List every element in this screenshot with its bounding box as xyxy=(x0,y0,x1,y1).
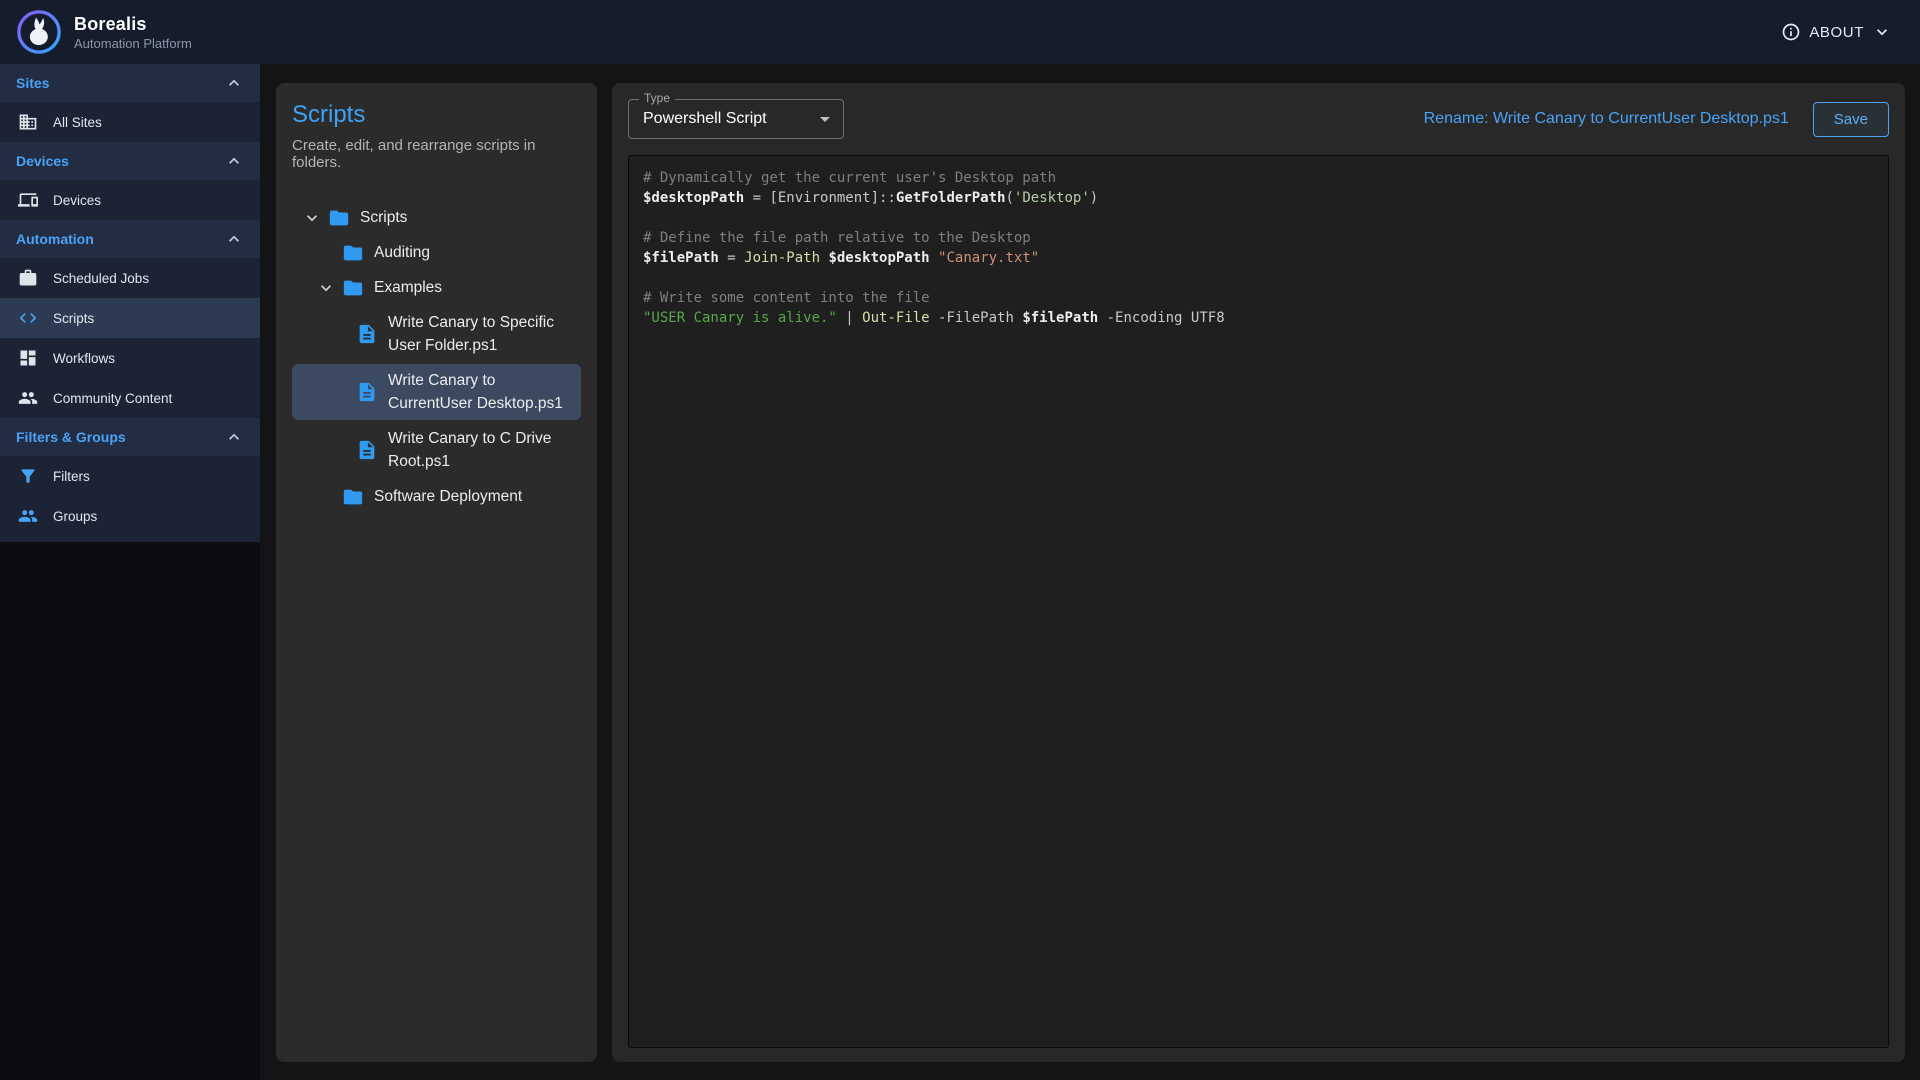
filter-icon xyxy=(18,466,38,486)
chevron-down-icon[interactable] xyxy=(302,208,328,228)
rename-link[interactable]: Rename: Write Canary to CurrentUser Desk… xyxy=(1424,110,1789,128)
tree-label: Auditing xyxy=(374,241,430,264)
devices-icon xyxy=(18,190,38,210)
save-button[interactable]: Save xyxy=(1813,102,1889,137)
chevron-down-icon xyxy=(1872,22,1892,42)
brand-name: Borealis xyxy=(74,14,192,35)
topbar: Borealis Automation Platform ABOUT xyxy=(0,0,1920,64)
sidebar-item-label: Devices xyxy=(53,193,101,208)
tree-folder-examples[interactable]: Examples xyxy=(292,271,581,304)
scheduled-jobs-icon xyxy=(18,268,38,288)
tree-label: Write Canary to Specific User Folder.ps1 xyxy=(388,311,566,357)
tree-folder-auditing[interactable]: Auditing xyxy=(292,236,581,269)
sidebar-item-workflows[interactable]: Workflows xyxy=(0,338,260,378)
sites-icon xyxy=(18,112,38,132)
chevron-up-icon xyxy=(224,73,244,93)
folder-icon xyxy=(342,242,364,264)
community-icon xyxy=(18,388,38,408)
tree-label: Scripts xyxy=(360,206,407,229)
sidebar: Sites All Sites Devices Devices Automation Sc… xyxy=(0,64,260,1080)
sidebar-item-filters[interactable]: Filters xyxy=(0,456,260,496)
code-line xyxy=(643,208,1874,228)
brand: Borealis Automation Platform xyxy=(16,9,192,55)
section-label: Devices xyxy=(16,153,69,169)
sidebar-section-sites[interactable]: Sites xyxy=(0,64,260,102)
folder-icon xyxy=(328,207,350,229)
chevron-up-icon xyxy=(224,229,244,249)
brand-subtitle: Automation Platform xyxy=(74,36,192,51)
brand-text: Borealis Automation Platform xyxy=(74,14,192,51)
code-line: $desktopPath = [Environment]::GetFolderP… xyxy=(643,188,1874,208)
info-icon xyxy=(1781,22,1801,42)
tree-label: Write Canary to C Drive Root.ps1 xyxy=(388,427,566,473)
sidebar-item-label: Filters xyxy=(53,469,90,484)
editor-toolbar: Type Powershell Script Rename: Write Can… xyxy=(628,99,1889,139)
type-select-label: Type xyxy=(639,91,675,105)
code-editor[interactable]: # Dynamically get the current user's Des… xyxy=(628,155,1889,1048)
workflows-icon xyxy=(18,348,38,368)
tree-label: Write Canary to CurrentUser Desktop.ps1 xyxy=(388,369,566,415)
sidebar-item-groups[interactable]: Groups xyxy=(0,496,260,536)
about-menu[interactable]: ABOUT xyxy=(1781,22,1892,42)
file-icon xyxy=(356,381,378,403)
sidebar-item-scripts[interactable]: Scripts xyxy=(0,298,260,338)
folder-icon xyxy=(342,486,364,508)
section-label: Filters & Groups xyxy=(16,429,126,445)
folder-icon xyxy=(342,277,364,299)
tree-file-write-canary-to-currentuser-desktop-ps1[interactable]: Write Canary to CurrentUser Desktop.ps1 xyxy=(292,364,581,420)
sidebar-item-label: Scheduled Jobs xyxy=(53,271,149,286)
arrow-drop-down-icon xyxy=(813,107,837,131)
sidebar-item-all-sites[interactable]: All Sites xyxy=(0,102,260,142)
body-row: Sites All Sites Devices Devices Automation Sc… xyxy=(0,64,1920,1080)
scripts-tree: Scripts Auditing Examples Write Canary to S… xyxy=(292,201,581,515)
scripts-panel: Scripts Create, edit, and rearrange scri… xyxy=(276,83,597,1062)
scripts-panel-title: Scripts xyxy=(292,101,581,129)
script-type-select[interactable]: Type Powershell Script xyxy=(628,99,844,139)
tree-label: Software Deployment xyxy=(374,485,522,508)
sidebar-item-community-content[interactable]: Community Content xyxy=(0,378,260,418)
sidebar-item-label: Community Content xyxy=(53,391,172,406)
sidebar-item-label: Groups xyxy=(53,509,97,524)
borealis-logo-icon xyxy=(16,9,62,55)
section-label: Sites xyxy=(16,75,49,91)
sidebar-section-automation[interactable]: Automation xyxy=(0,220,260,258)
sidebar-item-label: All Sites xyxy=(53,115,102,130)
file-icon xyxy=(356,323,378,345)
sidebar-item-label: Scripts xyxy=(53,311,94,326)
code-line: # Dynamically get the current user's Des… xyxy=(643,168,1874,188)
toolbar-right: Rename: Write Canary to CurrentUser Desk… xyxy=(1424,102,1889,137)
sidebar-item-label: Workflows xyxy=(53,351,115,366)
groups-icon xyxy=(18,506,38,526)
tree-file-write-canary-to-specific-user-folder-ps1[interactable]: Write Canary to Specific User Folder.ps1 xyxy=(292,306,581,362)
code-line: "USER Canary is alive." | Out-File -File… xyxy=(643,308,1874,328)
editor-panel: Type Powershell Script Rename: Write Can… xyxy=(612,83,1905,1062)
sidebar-nav: Sites All Sites Devices Devices Automation Sc… xyxy=(0,64,260,542)
app-root: Borealis Automation Platform ABOUT Sites… xyxy=(0,0,1920,1080)
sidebar-section-filters-groups[interactable]: Filters & Groups xyxy=(0,418,260,456)
type-select-value: Powershell Script xyxy=(643,110,809,128)
tree-folder-scripts[interactable]: Scripts xyxy=(292,201,581,234)
tree-label: Examples xyxy=(374,276,442,299)
chevron-up-icon xyxy=(224,151,244,171)
file-icon xyxy=(356,439,378,461)
tree-file-write-canary-to-c-drive-root-ps1[interactable]: Write Canary to C Drive Root.ps1 xyxy=(292,422,581,478)
code-line xyxy=(643,268,1874,288)
code-line: # Define the file path relative to the D… xyxy=(643,228,1874,248)
code-line: # Write some content into the file xyxy=(643,288,1874,308)
about-label: ABOUT xyxy=(1809,24,1864,41)
scripts-panel-subtitle: Create, edit, and rearrange scripts in f… xyxy=(292,137,581,171)
code-line: $filePath = Join-Path $desktopPath "Cana… xyxy=(643,248,1874,268)
code-icon xyxy=(18,308,38,328)
sidebar-item-devices[interactable]: Devices xyxy=(0,180,260,220)
chevron-down-icon[interactable] xyxy=(316,278,342,298)
content-area: Scripts Create, edit, and rearrange scri… xyxy=(260,64,1920,1080)
section-label: Automation xyxy=(16,231,94,247)
chevron-up-icon xyxy=(224,427,244,447)
tree-folder-software-deployment[interactable]: Software Deployment xyxy=(292,480,581,513)
sidebar-section-devices[interactable]: Devices xyxy=(0,142,260,180)
sidebar-item-scheduled-jobs[interactable]: Scheduled Jobs xyxy=(0,258,260,298)
